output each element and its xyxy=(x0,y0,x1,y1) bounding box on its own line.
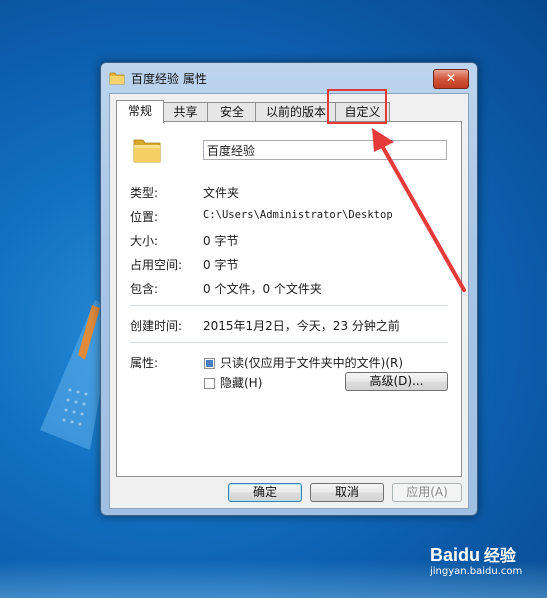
folder-name-input[interactable]: 百度经验 xyxy=(203,140,447,160)
location-value: C:\Users\Administrator\Desktop xyxy=(203,209,393,221)
general-tab-panel: 百度经验 类型: 文件夹 位置: C:\Users\Administrator\… xyxy=(116,121,462,477)
tab-previous-versions[interactable]: 以前的版本 xyxy=(255,102,337,122)
separator xyxy=(130,305,448,306)
size-value: 0 字节 xyxy=(203,234,239,248)
size-on-disk-label: 占用空间: xyxy=(130,258,183,272)
advanced-button[interactable]: 高级(D)... xyxy=(345,372,448,391)
properties-dialog: 百度经验 属性 ✕ 常规 共享 安全 以前的版本 自定义 百度经验 类型: 文件… xyxy=(100,62,478,516)
location-label: 位置: xyxy=(130,210,159,224)
contains-value: 0 个文件，0 个文件夹 xyxy=(203,282,322,296)
watermark-brand-cn: 经验 xyxy=(483,546,516,565)
dialog-title: 百度经验 属性 xyxy=(131,72,207,86)
readonly-label[interactable]: 只读(仅应用于文件夹中的文件)(R) xyxy=(220,354,403,371)
watermark-brand: Baidu xyxy=(430,545,481,565)
separator xyxy=(130,342,448,343)
type-value: 文件夹 xyxy=(203,186,240,200)
type-label: 类型: xyxy=(130,186,159,200)
readonly-checkbox[interactable] xyxy=(204,358,215,369)
cancel-button[interactable]: 取消 xyxy=(310,483,384,502)
apply-button[interactable]: 应用(A) xyxy=(392,483,462,502)
hidden-label[interactable]: 隐藏(H) xyxy=(220,374,262,391)
tab-general[interactable]: 常规 xyxy=(116,100,164,123)
created-value: 2015年1月2日，今天，23 分钟之前 xyxy=(203,319,400,333)
annotation-highlight-box xyxy=(327,89,387,124)
attributes-label: 属性: xyxy=(130,356,159,370)
watermark-url: jingyan.baidu.com xyxy=(430,566,523,577)
ok-button[interactable]: 确定 xyxy=(228,483,302,502)
contains-label: 包含: xyxy=(130,282,159,296)
folder-large-icon xyxy=(133,139,161,163)
title-bar[interactable]: 百度经验 属性 ✕ xyxy=(101,63,477,93)
close-button[interactable]: ✕ xyxy=(433,69,469,89)
size-label: 大小: xyxy=(130,234,159,248)
dialog-client-area: 常规 共享 安全 以前的版本 自定义 百度经验 类型: 文件夹 位置: C:\U… xyxy=(109,93,469,509)
created-label: 创建时间: xyxy=(130,319,183,333)
hidden-checkbox[interactable] xyxy=(204,378,215,389)
size-on-disk-value: 0 字节 xyxy=(203,258,239,272)
tab-sharing[interactable]: 共享 xyxy=(162,102,209,122)
baidu-watermark: Baidu 经验 jingyan.baidu.com xyxy=(430,542,522,577)
tab-security[interactable]: 安全 xyxy=(207,102,257,122)
folder-icon xyxy=(109,72,125,85)
